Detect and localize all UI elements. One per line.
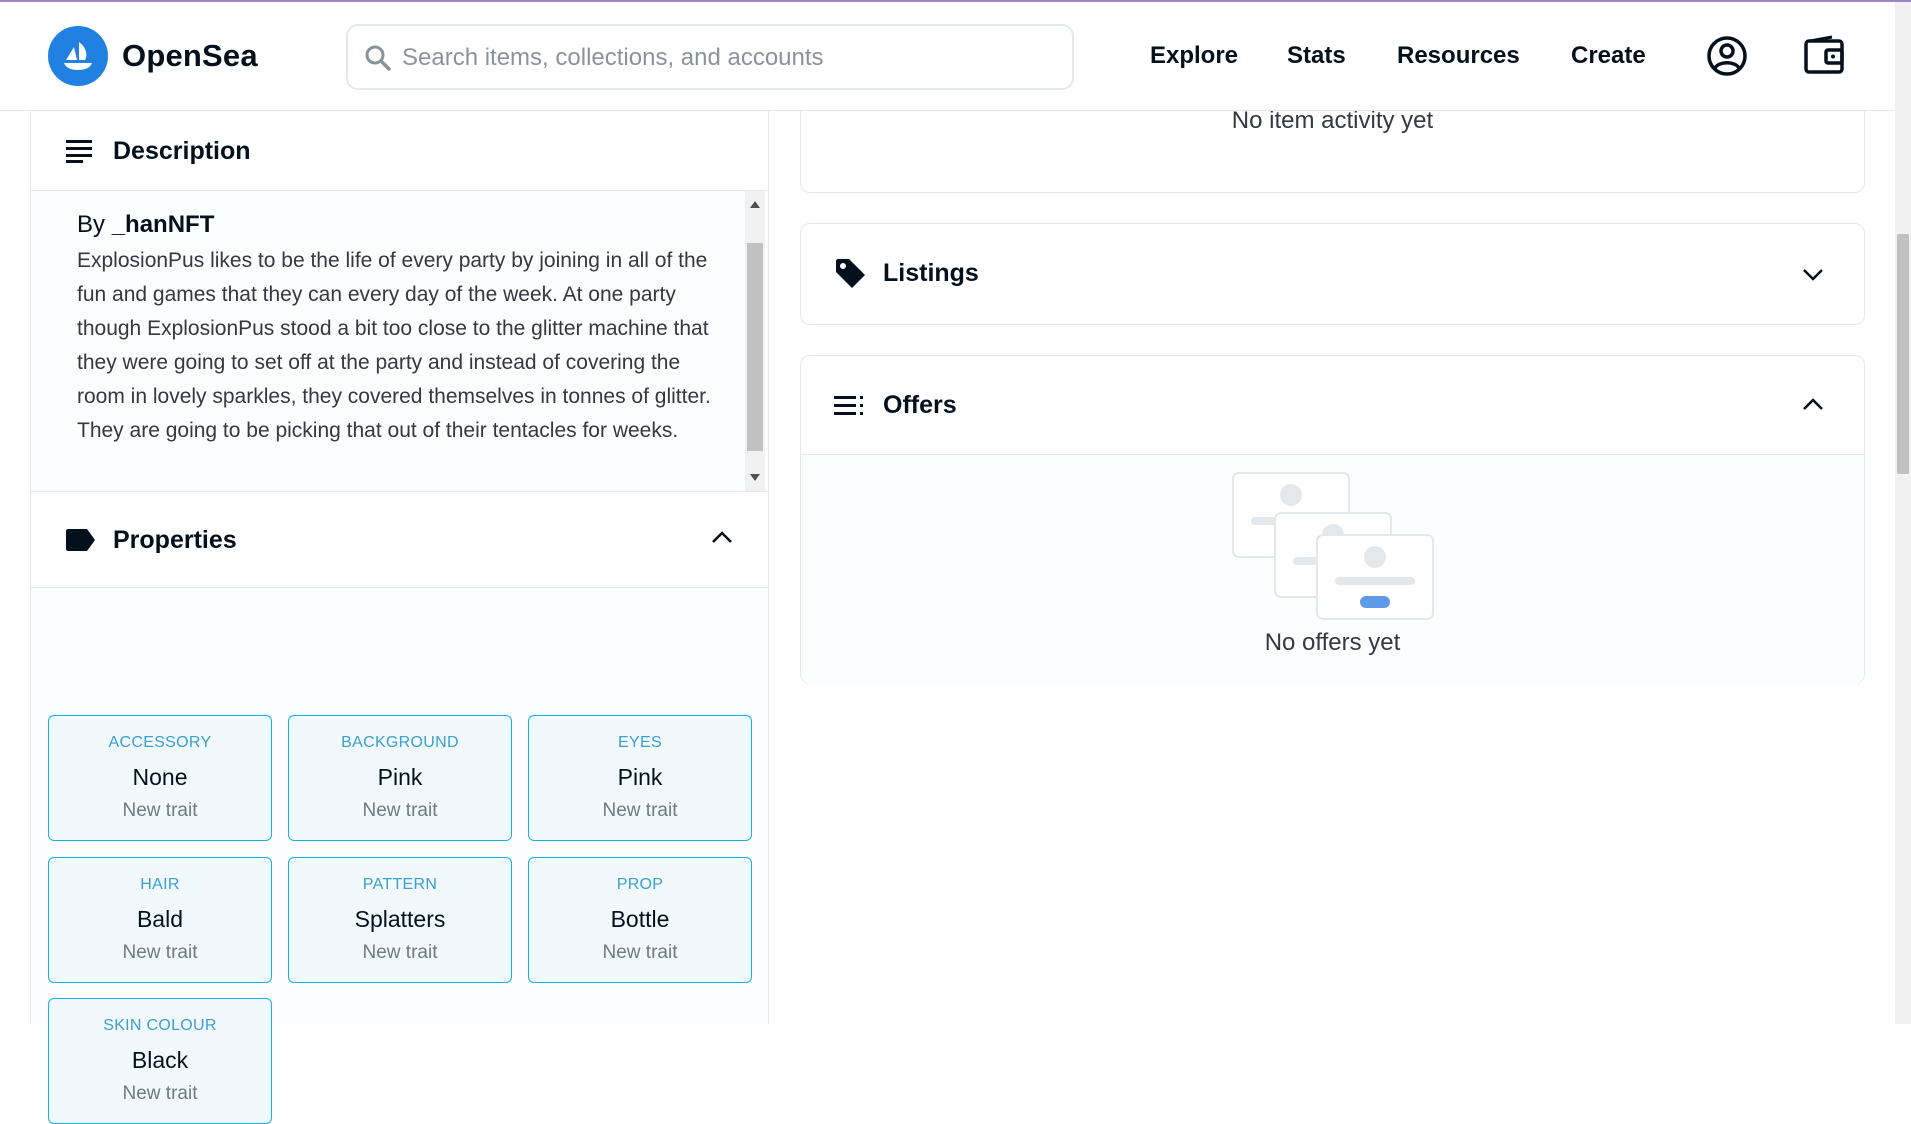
trait-value: Splatters xyxy=(354,906,446,932)
trait-type: PROP xyxy=(616,876,664,893)
trait-type: ACCESSORY xyxy=(108,734,212,751)
trait-rarity: New trait xyxy=(122,942,198,963)
scroll-down-arrow-icon[interactable] xyxy=(750,474,760,481)
offers-header[interactable]: Offers xyxy=(801,356,1864,455)
trait-type: BACKGROUND xyxy=(341,734,459,751)
trait-rarity: New trait xyxy=(122,800,198,821)
trait-card[interactable]: PROP Bottle New trait xyxy=(528,857,752,983)
chevron-up-icon[interactable] xyxy=(711,530,733,544)
trait-rarity: New trait xyxy=(362,800,438,821)
listings-card[interactable]: Listings xyxy=(800,223,1865,325)
scroll-up-arrow-icon[interactable] xyxy=(750,201,760,208)
search-input[interactable] xyxy=(400,36,1054,80)
offers-card: Offers No offers yet xyxy=(800,355,1865,684)
trait-value: Black xyxy=(131,1047,189,1073)
account-icon[interactable] xyxy=(1705,34,1749,78)
creator-line: By _hanNFT xyxy=(77,211,214,239)
trait-type: EYES xyxy=(618,734,662,751)
label-icon xyxy=(66,529,95,551)
nav-resources[interactable]: Resources xyxy=(1397,42,1520,70)
properties-header[interactable]: Properties xyxy=(31,492,768,588)
properties-title: Properties xyxy=(113,526,237,554)
search-bar[interactable] xyxy=(346,24,1074,90)
trait-rarity: New trait xyxy=(362,942,438,963)
trait-value: Bottle xyxy=(610,906,670,932)
offers-title: Offers xyxy=(883,391,957,419)
trait-value: Pink xyxy=(617,764,663,790)
activity-empty-text: No item activity yet xyxy=(1231,107,1434,134)
description-text: ExplosionPus likes to be the life of eve… xyxy=(77,249,711,442)
trait-card[interactable]: ACCESSORY None New trait xyxy=(48,715,272,841)
offers-list-icon xyxy=(834,396,863,415)
description-scrollbar[interactable] xyxy=(745,191,765,491)
brand-name[interactable]: OpenSea xyxy=(122,38,258,74)
empty-offers-illustration-icon xyxy=(1232,472,1434,620)
offers-empty-text: No offers yet xyxy=(1264,629,1401,656)
trait-card[interactable]: BACKGROUND Pink New trait xyxy=(288,715,512,841)
properties-body: ACCESSORY None New trait BACKGROUND Pink… xyxy=(31,588,768,1124)
trait-card[interactable]: PATTERN Splatters New trait xyxy=(288,857,512,983)
trait-value: Bald xyxy=(136,906,184,932)
item-details-panel: Description By _hanNFT ExplosionPus like… xyxy=(30,110,769,1124)
trait-value: Pink xyxy=(377,764,423,790)
trait-value: None xyxy=(132,764,188,790)
description-body: By _hanNFT ExplosionPus likes to be the … xyxy=(31,191,768,492)
trait-rarity: New trait xyxy=(602,800,678,821)
search-icon xyxy=(365,45,391,71)
top-navbar: OpenSea Explore Stats Resources Create xyxy=(0,2,1895,111)
wallet-icon[interactable] xyxy=(1802,34,1846,78)
trait-card[interactable]: HAIR Bald New trait xyxy=(48,857,272,983)
chevron-up-icon[interactable] xyxy=(1802,397,1824,411)
offers-body: No offers yet xyxy=(801,455,1864,684)
trait-card[interactable]: EYES Pink New trait xyxy=(528,715,752,841)
by-label: By xyxy=(77,211,106,238)
trait-card[interactable]: SKIN COLOUR Black New trait xyxy=(48,998,272,1124)
trait-rarity: New trait xyxy=(602,942,678,963)
listings-title: Listings xyxy=(883,259,979,287)
nav-explore[interactable]: Explore xyxy=(1150,42,1238,70)
tag-icon xyxy=(836,259,865,288)
chevron-down-icon[interactable] xyxy=(1802,268,1824,282)
page-scrollbar[interactable] xyxy=(1895,2,1911,1024)
nav-create[interactable]: Create xyxy=(1571,42,1646,70)
scrollbar-thumb[interactable] xyxy=(747,243,763,451)
description-header[interactable]: Description xyxy=(31,110,768,191)
description-lines-icon xyxy=(66,140,92,163)
page-scrollbar-thumb[interactable] xyxy=(1897,234,1909,474)
nav-stats[interactable]: Stats xyxy=(1287,42,1346,70)
trait-type: SKIN COLOUR xyxy=(103,1017,217,1034)
description-title: Description xyxy=(113,137,251,165)
trait-type: HAIR xyxy=(140,876,180,893)
opensea-logo-icon[interactable] xyxy=(48,26,108,86)
creator-link[interactable]: _hanNFT xyxy=(112,211,215,238)
trait-rarity: New trait xyxy=(122,1083,198,1104)
trait-type: PATTERN xyxy=(362,876,438,893)
